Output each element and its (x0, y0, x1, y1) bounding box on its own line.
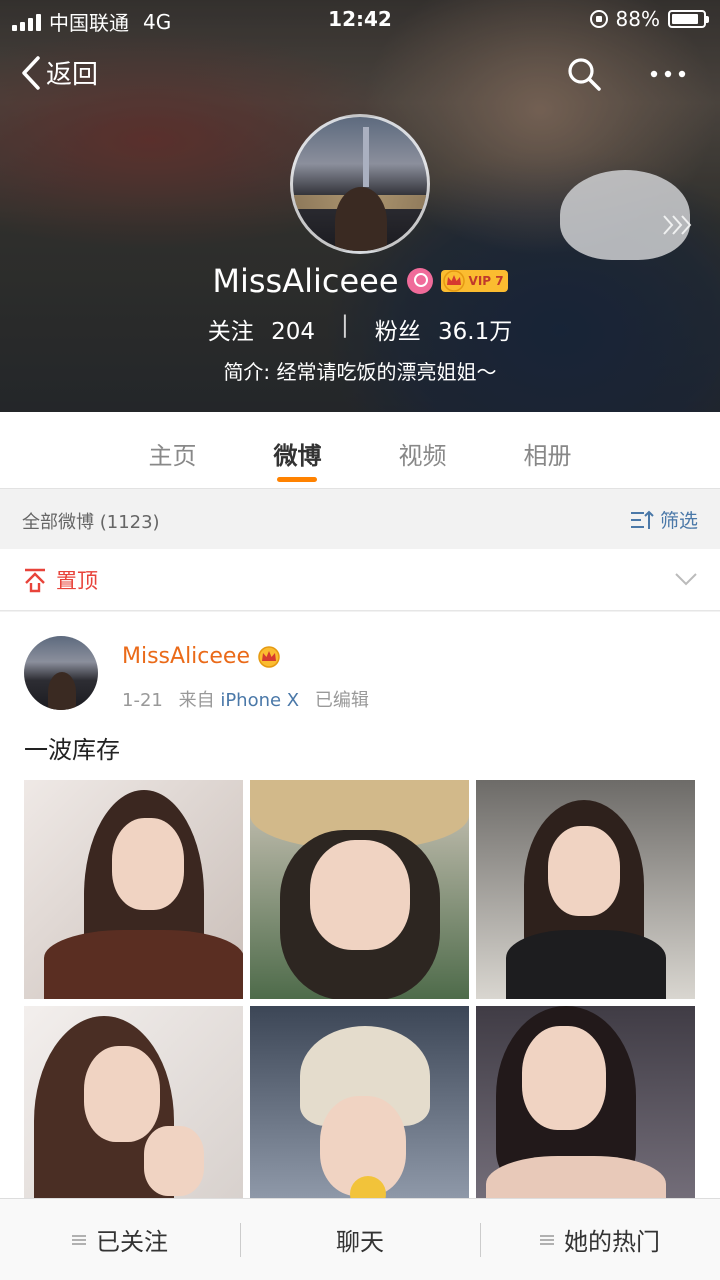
filter-icon (630, 510, 654, 529)
vip-level: VIP 7 (468, 274, 504, 288)
pin-top-icon (25, 568, 45, 593)
crown-icon[interactable] (256, 645, 282, 668)
avatar[interactable] (24, 636, 98, 710)
post-source-prefix: 来自 (178, 690, 215, 711)
tab-album[interactable]: 相册 (485, 412, 610, 488)
status-right: 88% (589, 7, 709, 31)
her-hot-button[interactable]: 她的热门 (480, 1199, 720, 1280)
post-author-name[interactable]: MissAliceee (122, 644, 250, 669)
post-text: 一波库存 (24, 736, 120, 764)
following-stat[interactable]: 关注 204 (208, 312, 315, 346)
pinned-label-group: 置顶 (22, 565, 98, 595)
post-photo-2[interactable] (250, 780, 469, 999)
pinned-bar[interactable]: 置顶 (0, 549, 720, 611)
back-label: 返回 (46, 60, 99, 90)
post-photo-3[interactable] (476, 780, 695, 999)
fans-stat[interactable]: 粉丝 36.1万 (375, 312, 513, 346)
more-icon[interactable] (648, 56, 688, 92)
profile-name: MissAliceee (212, 262, 399, 300)
search-icon[interactable] (566, 56, 602, 92)
profile-name-row: MissAliceee VIP 7 (0, 262, 720, 300)
follow-stats: 关注 204 | 粉丝 36.1万 (0, 312, 720, 346)
battery-percent: 88% (615, 7, 660, 31)
post-source[interactable]: iPhone X (220, 690, 299, 711)
chat-button[interactable]: 聊天 (240, 1199, 480, 1280)
fans-count: 36.1万 (438, 319, 513, 345)
rotation-lock-icon (589, 10, 608, 28)
bottom-action-bar: 已关注 聊天 她的热门 (0, 1198, 720, 1280)
profile-tabs: 主页 微博 视频 相册 (0, 412, 720, 488)
post-author-row: MissAliceee (122, 644, 282, 669)
feed-count-bar: 全部微博 (1123) 筛选 (0, 488, 720, 548)
battery-icon (668, 10, 709, 28)
post-meta: 1-21 来自 iPhone X 已编辑 (122, 686, 369, 712)
chevron-left-icon (22, 55, 40, 90)
profile-avatar[interactable] (290, 114, 430, 254)
female-gender-icon (406, 268, 433, 294)
filter-label: 筛选 (659, 510, 698, 532)
post-photo-5[interactable] (250, 1006, 469, 1225)
tab-weibo[interactable]: 微博 (235, 412, 360, 488)
post-photo-4[interactable] (24, 1006, 243, 1225)
post-photo-1[interactable] (24, 780, 243, 999)
followed-button[interactable]: 已关注 (0, 1199, 240, 1280)
double-chevron-right-icon[interactable] (660, 210, 696, 240)
followed-label: 已关注 (96, 1228, 168, 1256)
crown-icon (442, 270, 465, 292)
vip-badge[interactable]: VIP 7 (440, 270, 508, 292)
menu-icon (540, 1234, 554, 1245)
profile-header-banner: 中国联通 4G 12:42 88% 返回 MissAliceee VIP 7 关… (0, 0, 720, 412)
chat-label: 聊天 (336, 1228, 384, 1256)
weibo-count-label: 全部微博 (1123) (22, 512, 160, 533)
fans-label: 粉丝 (374, 319, 421, 345)
filter-button[interactable]: 筛选 (630, 506, 698, 533)
her-hot-label: 她的热门 (564, 1228, 660, 1256)
pinned-label: 置顶 (56, 569, 98, 593)
weibo-post: MissAliceee 1-21 来自 iPhone X 已编辑 一波库存 (0, 612, 720, 1225)
post-photo-6[interactable] (476, 1006, 695, 1225)
following-count: 204 (271, 319, 315, 345)
menu-icon (72, 1234, 86, 1245)
profile-bio: 简介: 经常请吃饭的漂亮姐姐～ (223, 360, 497, 384)
top-nav: 返回 (0, 50, 720, 98)
back-button[interactable]: 返回 (20, 54, 98, 91)
post-date: 1-21 (122, 690, 163, 711)
stat-divider: | (340, 312, 349, 338)
status-bar: 中国联通 4G 12:42 88% (0, 0, 720, 40)
tab-home[interactable]: 主页 (110, 412, 235, 488)
following-label: 关注 (207, 319, 254, 345)
post-photo-grid (24, 780, 696, 1225)
chevron-down-icon[interactable] (674, 571, 698, 587)
tab-video[interactable]: 视频 (360, 412, 485, 488)
post-edited: 已编辑 (314, 690, 369, 711)
